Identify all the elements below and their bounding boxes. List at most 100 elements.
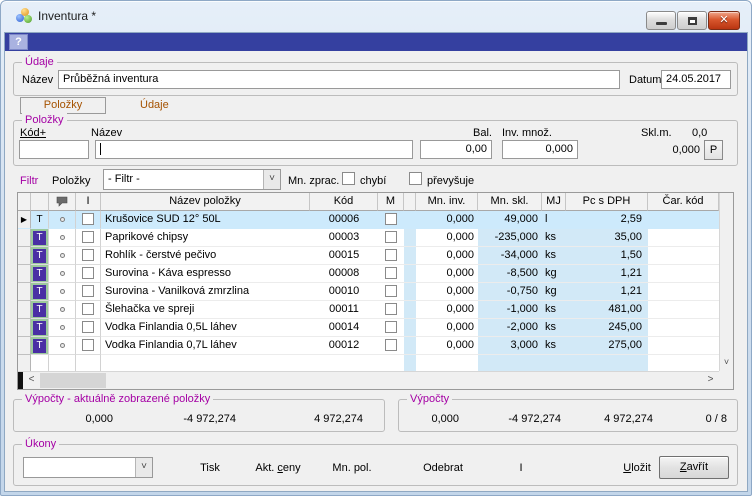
mn-skl-cell[interactable]: -1,000: [478, 301, 542, 319]
ukony-dropdown[interactable]: ˅: [23, 457, 153, 478]
header-mn-inv[interactable]: Mn. inv.: [416, 193, 478, 211]
pc-s-dph-cell[interactable]: 2,59: [566, 211, 648, 229]
item-code-cell[interactable]: 00008: [310, 265, 378, 283]
tisk-button[interactable]: Tisk: [184, 462, 236, 474]
i-checkbox[interactable]: [82, 321, 94, 333]
filter-dropdown[interactable]: - Filtr - ˅: [103, 169, 281, 190]
item-code-cell[interactable]: 00011: [310, 301, 378, 319]
mn-inv-cell[interactable]: 0,000: [416, 319, 478, 337]
i-checkbox[interactable]: [82, 231, 94, 243]
item-code-cell[interactable]: 00003: [310, 229, 378, 247]
mn-skl-cell[interactable]: -8,500: [478, 265, 542, 283]
m-checkbox[interactable]: [385, 231, 397, 243]
m-checkbox[interactable]: [385, 213, 397, 225]
item-code-cell[interactable]: 00010: [310, 283, 378, 301]
car-kod-cell[interactable]: [648, 229, 719, 247]
mn-inv-cell[interactable]: 0,000: [416, 265, 478, 283]
mn-skl-cell[interactable]: 49,000: [478, 211, 542, 229]
odebrat-button[interactable]: Odebrat: [409, 462, 477, 474]
item-code-cell[interactable]: 00012: [310, 337, 378, 355]
car-kod-cell[interactable]: [648, 265, 719, 283]
mj-cell[interactable]: ks: [542, 229, 566, 247]
mj-cell[interactable]: ks: [542, 319, 566, 337]
car-kod-cell[interactable]: [648, 301, 719, 319]
pc-s-dph-cell[interactable]: 275,00: [566, 337, 648, 355]
table-row[interactable]: TSurovina - Vanilková zmrzlina000100,000…: [18, 283, 719, 301]
scroll-left-button[interactable]: <: [24, 372, 39, 389]
pc-s-dph-cell[interactable]: 35,00: [566, 229, 648, 247]
car-kod-cell[interactable]: [648, 283, 719, 301]
mj-cell[interactable]: ks: [542, 301, 566, 319]
mj-cell[interactable]: ks: [542, 247, 566, 265]
horizontal-scrollbar[interactable]: < >: [18, 371, 719, 389]
header-i[interactable]: I: [76, 193, 101, 211]
mn-skl-cell[interactable]: -235,000: [478, 229, 542, 247]
mn-inv-cell[interactable]: 0,000: [416, 283, 478, 301]
header-mn-skl[interactable]: Mn. skl.: [478, 193, 542, 211]
mn-skl-cell[interactable]: -0,750: [478, 283, 542, 301]
vertical-scrollbar[interactable]: ˅: [719, 193, 733, 371]
table-row[interactable]: TSurovina - Káva espresso000080,000-8,50…: [18, 265, 719, 283]
minimize-button[interactable]: [646, 11, 676, 30]
mn-pol-button[interactable]: Mn. pol.: [322, 462, 382, 474]
row-selector[interactable]: [18, 319, 31, 337]
header-pc-s-dph[interactable]: Pc s DPH: [566, 193, 648, 211]
pc-s-dph-cell[interactable]: 1,21: [566, 283, 648, 301]
row-selector[interactable]: [18, 337, 31, 355]
car-kod-cell[interactable]: [648, 247, 719, 265]
item-name-cell[interactable]: Surovina - Káva espresso: [101, 265, 310, 283]
pc-s-dph-cell[interactable]: 1,21: [566, 265, 648, 283]
header-kod[interactable]: Kód: [310, 193, 378, 211]
nazev-input[interactable]: Průběžná inventura: [58, 70, 620, 89]
i-checkbox[interactable]: [82, 285, 94, 297]
close-window-button[interactable]: ✕: [708, 11, 740, 30]
table-row[interactable]: TVodka Finlandia 0,5L láhev000140,000-2,…: [18, 319, 719, 337]
i-checkbox[interactable]: [82, 339, 94, 351]
table-row[interactable]: TPaprikové chipsy000030,000-235,000ks35,…: [18, 229, 719, 247]
header-mj[interactable]: MJ: [542, 193, 566, 211]
i-button[interactable]: I: [506, 462, 536, 474]
scroll-down-button[interactable]: ˅: [720, 355, 733, 371]
table-row[interactable]: ▶TKrušovice SUD 12° 50L000060,00049,000l…: [18, 211, 719, 229]
row-selector[interactable]: [18, 247, 31, 265]
item-name-cell[interactable]: Rohlík - čerstvé pečivo: [101, 247, 310, 265]
header-note[interactable]: [49, 193, 76, 211]
item-name-cell[interactable]: Vodka Finlandia 0,5L láhev: [101, 319, 310, 337]
row-selector[interactable]: [18, 265, 31, 283]
chevron-down-icon[interactable]: ˅: [263, 170, 280, 189]
item-name-cell[interactable]: Šlehačka ve spreji: [101, 301, 310, 319]
inv-mnoz-input[interactable]: 0,000: [502, 140, 578, 159]
zavrit-button[interactable]: Zavřít: [659, 456, 729, 479]
i-checkbox[interactable]: [82, 249, 94, 261]
item-code-cell[interactable]: 00014: [310, 319, 378, 337]
tab-udaje[interactable]: Údaje: [140, 99, 169, 111]
row-selector[interactable]: [18, 229, 31, 247]
m-checkbox[interactable]: [385, 339, 397, 351]
mj-cell[interactable]: ks: [542, 337, 566, 355]
header-m[interactable]: M: [378, 193, 404, 211]
chybi-checkbox[interactable]: [342, 172, 355, 185]
car-kod-cell[interactable]: [648, 319, 719, 337]
item-name-cell[interactable]: Paprikové chipsy: [101, 229, 310, 247]
kod-input[interactable]: [19, 140, 89, 159]
row-selector[interactable]: ▶: [18, 211, 31, 229]
p-button[interactable]: P: [704, 140, 723, 160]
mj-cell[interactable]: kg: [542, 283, 566, 301]
item-nazev-input[interactable]: [95, 140, 413, 159]
mj-cell[interactable]: l: [542, 211, 566, 229]
item-name-cell[interactable]: Vodka Finlandia 0,7L láhev: [101, 337, 310, 355]
datum-input[interactable]: 24.05.2017: [661, 70, 731, 89]
mn-skl-cell[interactable]: 3,000: [478, 337, 542, 355]
help-button[interactable]: ?: [9, 34, 28, 50]
m-checkbox[interactable]: [385, 303, 397, 315]
pc-s-dph-cell[interactable]: 481,00: [566, 301, 648, 319]
mn-skl-cell[interactable]: -2,000: [478, 319, 542, 337]
restore-button[interactable]: [677, 11, 707, 30]
car-kod-cell[interactable]: [648, 337, 719, 355]
mn-inv-cell[interactable]: 0,000: [416, 229, 478, 247]
mn-inv-cell[interactable]: 0,000: [416, 337, 478, 355]
bal-input[interactable]: 0,00: [420, 140, 492, 159]
item-name-cell[interactable]: Krušovice SUD 12° 50L: [101, 211, 310, 229]
pc-s-dph-cell[interactable]: 1,50: [566, 247, 648, 265]
i-checkbox[interactable]: [82, 267, 94, 279]
